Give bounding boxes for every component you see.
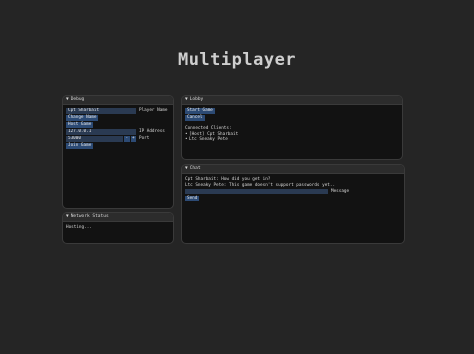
page-title: Multiplayer bbox=[177, 50, 297, 70]
chat-message: Ltc Sneaky Pete: This game doesn't suppo… bbox=[185, 182, 336, 188]
port-input[interactable]: 53000 bbox=[66, 136, 123, 142]
client-name: [Host] Cpt Sharbait bbox=[189, 131, 239, 137]
player-name-input[interactable]: Cpt Sharbait bbox=[66, 108, 136, 114]
collapse-triangle-icon[interactable]: ▼ bbox=[185, 166, 188, 171]
network-status-text: Hosting... bbox=[66, 225, 92, 230]
client-list-item: •Ltc Sneaky Pete bbox=[185, 137, 399, 143]
chat-panel: ▼ Chat Cpt Sharbait: How did you get in? … bbox=[181, 164, 405, 244]
client-name: Ltc Sneaky Pete bbox=[189, 137, 228, 142]
lobby-panel: ▼ Lobby Start Game Cancel Connected Clien… bbox=[181, 95, 403, 160]
send-button[interactable]: Send bbox=[185, 195, 200, 201]
collapse-triangle-icon[interactable]: ▼ bbox=[66, 214, 69, 219]
network-status-header[interactable]: ▼ Network Status bbox=[63, 213, 173, 222]
join-game-button[interactable]: Join Game bbox=[66, 143, 94, 149]
start-game-button[interactable]: Start Game bbox=[185, 108, 215, 114]
debug-panel: ▼ Debug Cpt Sharbait Player Name Change N… bbox=[62, 95, 174, 209]
network-status-title: Network Status bbox=[70, 214, 109, 219]
lobby-panel-header[interactable]: ▼ Lobby bbox=[182, 96, 402, 105]
chat-panel-title: Chat bbox=[189, 166, 201, 171]
ip-address-label: IP Address bbox=[139, 129, 165, 135]
port-label: Port bbox=[139, 136, 150, 142]
message-input[interactable] bbox=[185, 188, 328, 194]
collapse-triangle-icon[interactable]: ▼ bbox=[185, 97, 188, 102]
network-status-panel: ▼ Network Status Hosting... bbox=[62, 212, 174, 244]
lobby-panel-title: Lobby bbox=[189, 97, 204, 102]
change-name-button[interactable]: Change Name bbox=[66, 115, 99, 121]
chat-panel-header[interactable]: ▼ Chat bbox=[182, 165, 404, 174]
cancel-button[interactable]: Cancel bbox=[185, 115, 205, 121]
message-label: Message bbox=[331, 188, 350, 194]
ip-address-input[interactable]: 127.0.0.1 bbox=[66, 129, 136, 135]
port-decrement-button[interactable]: - bbox=[124, 136, 130, 142]
debug-panel-header[interactable]: ▼ Debug bbox=[63, 96, 173, 105]
debug-panel-title: Debug bbox=[70, 97, 85, 102]
host-game-button[interactable]: Host Game bbox=[66, 122, 94, 128]
collapse-triangle-icon[interactable]: ▼ bbox=[66, 97, 69, 102]
port-increment-button[interactable]: + bbox=[130, 136, 136, 142]
player-name-label: Player Name bbox=[139, 108, 168, 114]
